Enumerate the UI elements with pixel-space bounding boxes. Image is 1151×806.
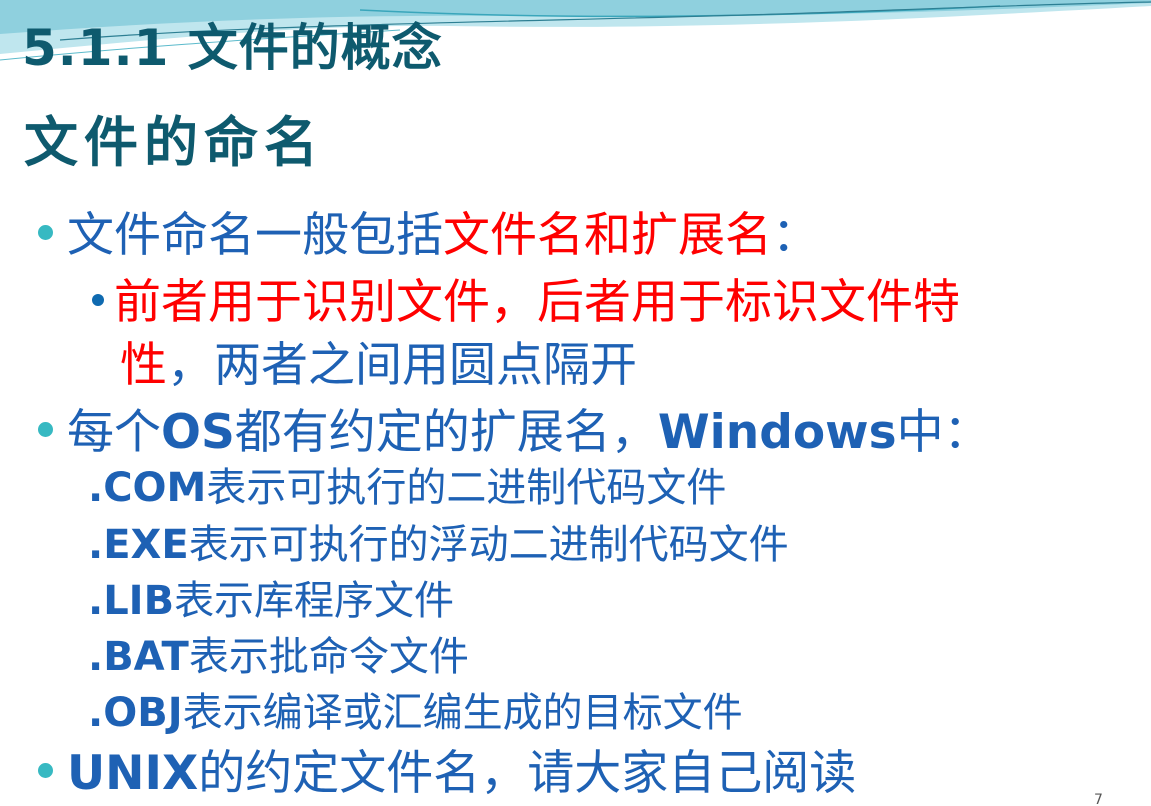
bullet2-text-c: 都有约定的扩展名，	[234, 405, 658, 460]
slide: 5.1.1 文件的概念 文件的命名 文件命名一般包括文件名和扩展名： 前者用于识…	[0, 0, 1151, 806]
bullet2-text-e: 中：	[896, 405, 991, 460]
sub-bullet-line2-b: ，两者之间用圆点隔开	[167, 338, 637, 393]
bullet1-text-highlight: 文件名和扩展名	[443, 208, 772, 263]
bullet1-text-a: 文件命名一般包括	[67, 208, 443, 263]
bullet-item-naming: 文件命名一般包括文件名和扩展名：	[38, 196, 819, 265]
extension-item-exe: .EXE表示可执行的浮动二进制代码文件	[88, 512, 789, 570]
bullet2-text-windows: Windows	[657, 405, 897, 460]
bullet1-text-c: ：	[772, 208, 819, 263]
slide-subtitle: 文件的命名	[24, 111, 324, 174]
extension-desc: 表示可执行的浮动二进制代码文件	[188, 522, 789, 568]
bullet-dot-icon	[38, 763, 53, 778]
extension-desc: 表示批命令文件	[188, 634, 469, 680]
bullet2-text-os: OS	[161, 405, 235, 460]
extension-desc: 表示编译或汇编生成的目标文件	[182, 690, 743, 736]
sub-bullet-dot-icon	[92, 293, 104, 306]
extension-item-obj: .OBJ表示编译或汇编生成的目标文件	[88, 680, 743, 738]
sub-bullet-item: 前者用于识别文件，后者用于标识文件特	[92, 263, 960, 332]
sub-bullet-line1: 前者用于识别文件，后者用于标识文件特	[114, 275, 960, 330]
extension-code: .OBJ	[88, 690, 183, 736]
extension-code: .LIB	[88, 578, 175, 624]
bullet-item-unix: UNIX的约定文件名，请大家自己阅读	[38, 734, 856, 803]
extension-item-com: .COM表示可执行的二进制代码文件	[88, 455, 726, 513]
bullet-item-extensions: 每个OS都有约定的扩展名，Windows中：	[38, 393, 991, 462]
bullet-dot-icon	[38, 422, 53, 437]
extension-code: .EXE	[88, 522, 189, 568]
bullet-dot-icon	[38, 225, 53, 240]
sub-bullet-line2-a: 性	[120, 338, 167, 393]
bullet3-text-b: 的约定文件名，请大家自己阅读	[198, 746, 857, 801]
extension-item-bat: .BAT表示批命令文件	[88, 624, 469, 682]
extension-desc: 表示库程序文件	[174, 578, 455, 624]
page-number: 7	[1094, 792, 1103, 806]
extension-code: .COM	[88, 465, 207, 511]
slide-title: 5.1.1 文件的概念	[22, 19, 443, 77]
bullet3-text-unix: UNIX	[67, 746, 199, 801]
extension-item-lib: .LIB表示库程序文件	[88, 568, 454, 626]
extension-code: .BAT	[88, 634, 189, 680]
bullet2-text-a: 每个	[67, 405, 161, 460]
extension-desc: 表示可执行的二进制代码文件	[206, 465, 727, 511]
sub-bullet-continuation: 性，两者之间用圆点隔开	[120, 326, 637, 395]
